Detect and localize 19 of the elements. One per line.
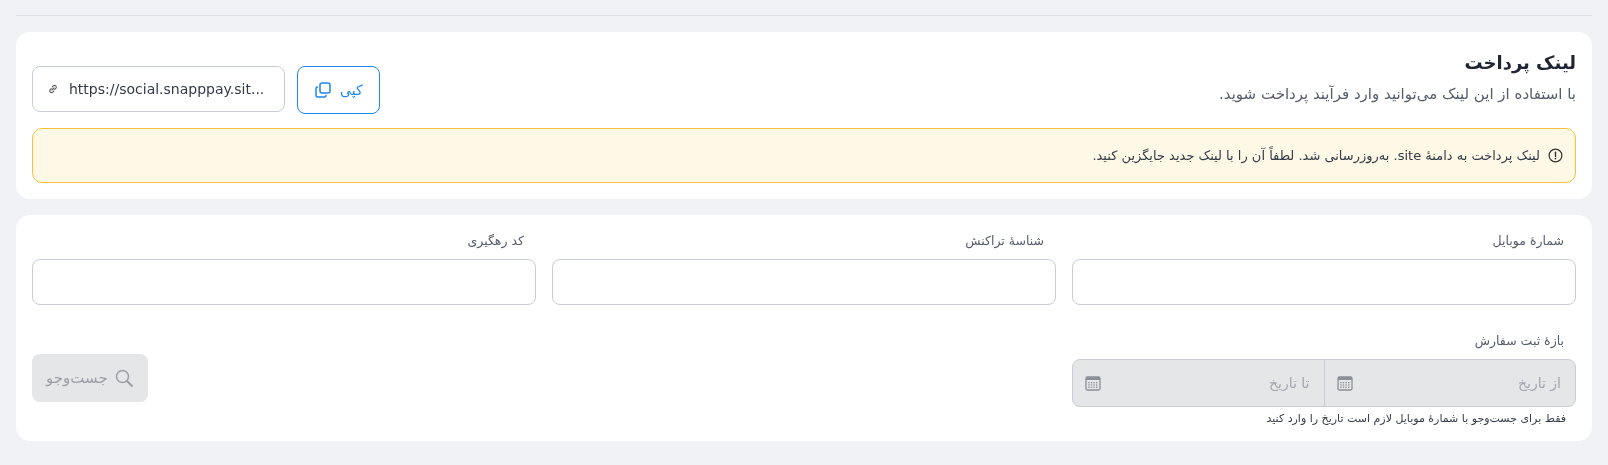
calendar-icon xyxy=(1085,375,1101,391)
link-icon xyxy=(47,83,59,95)
input-field[interactable] xyxy=(552,259,1056,305)
calendar-icon xyxy=(1336,375,1353,391)
field-label: بازهٔ ثبت سفارش xyxy=(1474,333,1564,348)
link-field[interactable]: https://social.snapppay.sit... xyxy=(32,66,285,112)
copy-button[interactable]: کپی xyxy=(297,66,380,114)
field-label: شمارهٔ موبایل xyxy=(1492,233,1564,248)
input-field[interactable] xyxy=(32,259,536,305)
hint-text: فقط برای جست‌وجو با شمارهٔ موبایل لازم است تاریخ را وارد کنید xyxy=(1266,412,1566,425)
field-label: شناسهٔ تراکنش xyxy=(965,233,1044,248)
section-title: لینک پرداخت xyxy=(1463,52,1576,73)
copy-icon xyxy=(314,81,332,99)
input-field[interactable] xyxy=(1072,259,1576,305)
search-icon xyxy=(113,368,134,388)
notice-text: لینک پرداخت به دامنهٔ site. به‌روزرسانی شد. لطفاً آن را با لینک جدید جایگزین کنید. xyxy=(1092,148,1540,163)
warning-icon xyxy=(1548,148,1563,163)
field-label: کد رهگیری xyxy=(467,233,524,248)
section-description: با استفاده از این لینک می‌توانید وارد فرآیند پرداخت شوید. xyxy=(1218,85,1576,103)
